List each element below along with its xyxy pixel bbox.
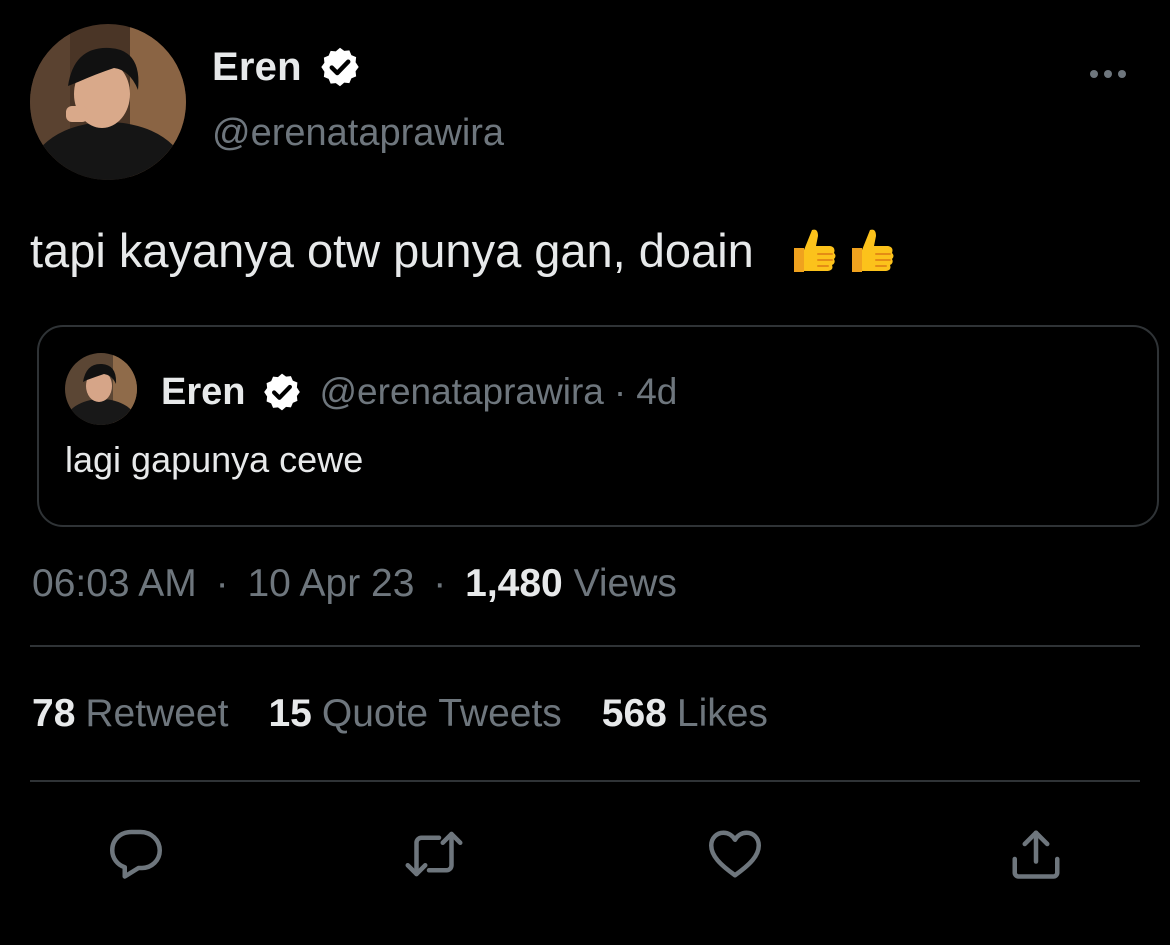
tweet-emojis — [784, 222, 898, 278]
thumbs-up-emoji — [793, 229, 836, 272]
quote-tweets-stat[interactable]: 15 Quote Tweets — [268, 692, 561, 736]
divider — [30, 645, 1140, 647]
avatar-photo — [65, 353, 137, 425]
retweets-count: 78 — [32, 692, 76, 735]
reply-icon — [110, 829, 162, 879]
retweet-icon — [405, 831, 463, 877]
divider — [30, 780, 1140, 782]
quoted-author-handle: @erenataprawira — [319, 371, 604, 412]
tweet-text: tapi kayanya otw punya gan, doain — [30, 222, 898, 278]
more-horizontal-icon[interactable] — [1086, 64, 1130, 84]
retweet-button[interactable] — [402, 822, 466, 886]
like-button[interactable] — [703, 822, 767, 886]
quoted-separator: · — [613, 371, 627, 412]
quoted-author-avatar — [65, 353, 137, 425]
likes-label: Likes — [676, 692, 768, 735]
author-avatar[interactable] — [30, 24, 186, 180]
verified-badge-icon — [264, 373, 301, 411]
quoted-tweet-text: lagi gapunya cewe — [65, 439, 364, 480]
thumbs-up-emoji — [851, 229, 894, 272]
quoted-tweet-card[interactable]: Eren @erenataprawira · 4d lagi gapunya c… — [37, 325, 1159, 527]
reply-button[interactable] — [104, 822, 168, 886]
heart-icon — [709, 830, 761, 878]
views-label: Views — [573, 562, 677, 605]
engagement-stats: 78 Retweet 15 Quote Tweets 568 Likes — [32, 692, 808, 736]
author-name-row: Eren — [212, 42, 362, 92]
likes-stat[interactable]: 568 Likes — [602, 692, 768, 736]
quoted-tweet-header: Eren @erenataprawira · 4d — [161, 367, 677, 417]
quote-tweets-label: Quote Tweets — [321, 692, 562, 735]
author-handle[interactable]: @erenataprawira — [212, 112, 504, 155]
meta-separator: · — [433, 562, 447, 605]
retweets-stat[interactable]: 78 Retweet — [32, 692, 228, 736]
tweet-meta: 06:03 AM · 10 Apr 23 · 1,480 Views — [32, 562, 677, 606]
tweet-time[interactable]: 06:03 AM — [32, 562, 197, 605]
quote-tweets-count: 15 — [268, 692, 312, 735]
views-count: 1,480 — [465, 562, 563, 605]
share-icon — [1012, 830, 1060, 879]
quoted-tweet-time: 4d — [636, 371, 678, 412]
quoted-author-name: Eren — [161, 370, 246, 413]
share-button[interactable] — [1004, 822, 1068, 886]
avatar-photo — [30, 24, 186, 180]
retweets-label: Retweet — [85, 692, 229, 735]
verified-badge-icon — [321, 47, 359, 87]
tweet-text-content: tapi kayanya otw punya gan, doain — [30, 223, 754, 277]
tweet-date[interactable]: 10 Apr 23 — [247, 562, 414, 605]
author-name[interactable]: Eren — [212, 45, 302, 90]
likes-count: 568 — [601, 692, 667, 735]
meta-separator: · — [215, 562, 229, 605]
